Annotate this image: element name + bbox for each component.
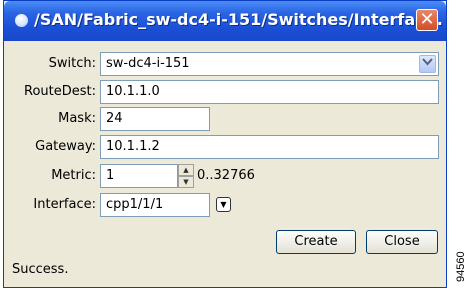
mask-input[interactable]: 24 bbox=[100, 107, 210, 131]
metric-input[interactable]: 1 bbox=[100, 164, 178, 188]
gateway-label: Gateway: bbox=[35, 139, 96, 154]
interface-label: Interface: bbox=[33, 197, 96, 212]
triangle-down-icon[interactable]: ▼ bbox=[178, 176, 194, 188]
metric-label: Metric: bbox=[51, 168, 96, 183]
close-button[interactable]: Close bbox=[366, 230, 438, 254]
figure-id-label: 94560 bbox=[455, 251, 467, 282]
dialog-window: /SAN/Fabric_sw-dc4-i-151/Switches/Interf… bbox=[3, 0, 447, 288]
interface-value: cpp1/1/1 bbox=[106, 197, 164, 212]
interface-input[interactable]: cpp1/1/1 bbox=[100, 193, 210, 217]
title-bar[interactable]: /SAN/Fabric_sw-dc4-i-151/Switches/Interf… bbox=[4, 1, 446, 41]
window-icon bbox=[15, 14, 28, 27]
chevron-down-icon[interactable] bbox=[419, 55, 436, 73]
dropdown-icon[interactable]: ▼ bbox=[216, 197, 231, 212]
mask-label: Mask: bbox=[58, 111, 96, 126]
metric-value: 1 bbox=[106, 168, 115, 183]
triangle-up-icon[interactable]: ▲ bbox=[178, 164, 194, 176]
gateway-value: 10.1.1.2 bbox=[106, 139, 160, 154]
mask-value: 24 bbox=[106, 111, 123, 126]
metric-spinner[interactable]: ▲ ▼ bbox=[178, 164, 194, 188]
dialog-body: Switch: sw-dc4-i-151 RouteDest: 10.1.1.0… bbox=[4, 41, 446, 287]
switch-value: sw-dc4-i-151 bbox=[106, 56, 190, 71]
routedest-input[interactable]: 10.1.1.0 bbox=[100, 80, 439, 104]
gateway-input[interactable]: 10.1.1.2 bbox=[100, 135, 439, 159]
create-button[interactable]: Create bbox=[276, 230, 356, 254]
svg-text:94560: 94560 bbox=[455, 251, 467, 282]
close-icon: ✕ bbox=[419, 9, 435, 30]
switch-label: Switch: bbox=[48, 56, 96, 71]
routedest-value: 10.1.1.0 bbox=[106, 84, 160, 99]
metric-range: 0..32766 bbox=[197, 168, 255, 183]
close-window-button[interactable]: ✕ bbox=[416, 9, 438, 31]
switch-combobox[interactable]: sw-dc4-i-151 bbox=[100, 52, 439, 76]
routedest-label: RouteDest: bbox=[24, 84, 96, 99]
status-text: Success. bbox=[12, 262, 69, 277]
window-title: /SAN/Fabric_sw-dc4-i-151/Switches/Interf… bbox=[34, 10, 443, 29]
